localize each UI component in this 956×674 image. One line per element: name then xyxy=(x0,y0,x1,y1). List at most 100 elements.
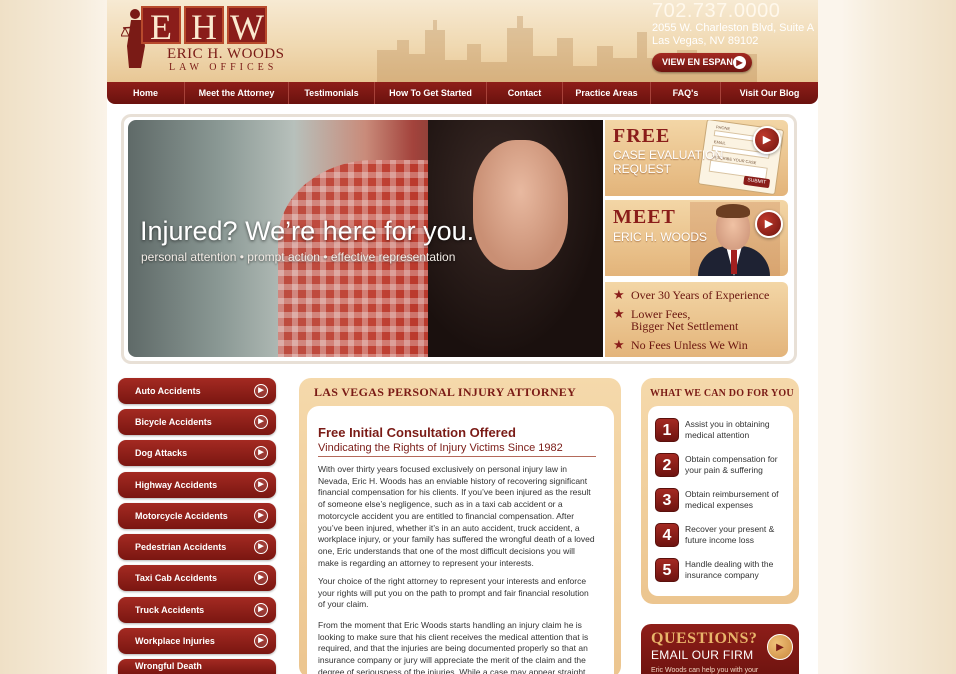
sidebar-item-label: Workplace Injuries xyxy=(135,636,215,646)
hero-face xyxy=(473,140,568,270)
content-subtitle: Vindicating the Rights of Injury Victims… xyxy=(318,442,596,457)
arrow-right-icon: ▶ xyxy=(254,509,268,523)
address-line-2: Las Vegas, NV 89102 xyxy=(652,35,759,47)
nav-testimonials[interactable]: Testimonials xyxy=(289,82,375,104)
sidebar-item-label: Truck Accidents xyxy=(135,605,205,615)
nav-home[interactable]: Home xyxy=(107,82,185,104)
benefit-text: No Fees Unless We Win xyxy=(631,338,748,352)
what-we-can-do-panel: WHAT WE CAN DO FOR YOU 1 Assist you in o… xyxy=(641,378,799,604)
content-paragraph-1: With over thirty years focused exclusive… xyxy=(318,464,595,568)
nav-contact[interactable]: Contact xyxy=(487,82,563,104)
star-icon: ★ xyxy=(613,337,625,352)
meet-label: MEET xyxy=(613,206,676,228)
page: E H W ERIC H. WOODS LAW OFFICES 702.737.… xyxy=(107,0,818,674)
arrow-right-icon: ▶ xyxy=(254,540,268,554)
arrow-right-icon: ▶ xyxy=(254,571,268,585)
main-content-panel: LAS VEGAS PERSONAL INJURY ATTORNEY Free … xyxy=(299,378,621,674)
number-badge: 2 xyxy=(655,453,679,477)
sidebar-item-label: Auto Accidents xyxy=(135,386,201,396)
service-text: Handle dealing with the insurance compan… xyxy=(685,559,774,580)
questions-small-text: Eric Woods can help you with your xyxy=(651,667,759,674)
arrow-right-icon: ▶ xyxy=(254,446,268,460)
logo-letter-w: W xyxy=(227,6,267,46)
service-text: Obtain compensation for your pain & suff… xyxy=(685,454,778,475)
sidebar-item-truck-accidents[interactable]: Truck Accidents ▶ xyxy=(118,597,276,623)
number-badge: 4 xyxy=(655,523,679,547)
questions-title: QUESTIONS? xyxy=(651,630,758,647)
hero-title: Injured? We’re here for you. xyxy=(140,216,475,246)
arrow-right-icon: ▶ xyxy=(254,634,268,648)
service-text: Assist you in obtaining medical attentio… xyxy=(685,419,770,440)
arrow-right-icon: ▶ xyxy=(254,415,268,429)
play-arrow-icon[interactable]: ▶ xyxy=(753,126,781,154)
attorney-tie xyxy=(731,250,737,274)
site-header: E H W ERIC H. WOODS LAW OFFICES 702.737.… xyxy=(107,0,818,82)
nav-practice-areas[interactable]: Practice Areas xyxy=(563,82,651,104)
nav-how-to-get-started[interactable]: How To Get Started xyxy=(375,82,487,104)
star-icon: ★ xyxy=(613,287,625,302)
meet-eric-promo[interactable]: MEET ERIC H. WOODS ▶ xyxy=(605,200,788,276)
number-badge: 1 xyxy=(655,418,679,442)
arrow-right-icon: ▶ xyxy=(733,56,746,69)
case-evaluation-label: CASE EVALUATION xyxy=(613,148,724,162)
free-label: FREE xyxy=(613,125,671,147)
sidebar-item-bicycle-accidents[interactable]: Bicycle Accidents ▶ xyxy=(118,409,276,435)
sidebar-item-motorcycle-accidents[interactable]: Motorcycle Accidents ▶ xyxy=(118,503,276,529)
logo-letter-e: E xyxy=(141,6,181,46)
request-label: REQUEST xyxy=(613,162,672,176)
what-we-can-do-heading: WHAT WE CAN DO FOR YOU xyxy=(650,388,794,399)
attorney-hair xyxy=(716,204,750,218)
sidebar-item-label: Dog Attacks xyxy=(135,448,188,458)
main-nav: Home Meet the Attorney Testimonials How … xyxy=(107,82,818,104)
play-arrow-icon[interactable]: ▶ xyxy=(755,210,783,238)
view-en-espanol-button[interactable]: VIEW EN ESPANOL ▶ xyxy=(652,53,752,72)
eric-woods-label: ERIC H. WOODS xyxy=(613,230,708,244)
email-our-firm-label: EMAIL OUR FIRM xyxy=(651,648,754,662)
benefit-text: Over 30 Years of Experience xyxy=(631,288,770,302)
number-badge: 5 xyxy=(655,558,679,582)
play-arrow-icon[interactable]: ▶ xyxy=(767,634,793,660)
sidebar-item-label: Taxi Cab Accidents xyxy=(135,573,218,583)
logo-letter-h: H xyxy=(184,6,224,46)
logo-subtitle: LAW OFFICES xyxy=(169,62,278,73)
service-text: Obtain reimbursement of medical expenses xyxy=(685,489,779,510)
sidebar-item-label: Wrongful Death xyxy=(135,661,202,671)
sidebar-item-label: Pedestrian Accidents xyxy=(135,542,227,552)
arrow-right-icon: ▶ xyxy=(254,478,268,492)
free-case-evaluation-promo[interactable]: PHONE EMAIL DESCRIBE YOUR CASE SUBMIT FR… xyxy=(605,120,788,196)
nav-visit-our-blog[interactable]: Visit Our Blog xyxy=(721,82,818,104)
benefit-text: Bigger Net Settlement xyxy=(631,319,739,333)
logo-letters[interactable]: E H W xyxy=(141,6,267,46)
what-we-can-do-card: 1 Assist you in obtaining medical attent… xyxy=(648,406,793,596)
sidebar-item-label: Bicycle Accidents xyxy=(135,417,212,427)
sidebar-item-wrongful-death[interactable]: Wrongful Death xyxy=(118,659,276,674)
nav-faqs[interactable]: FAQ's xyxy=(651,82,721,104)
main-content-card: Free Initial Consultation Offered Vindic… xyxy=(307,406,614,674)
sidebar-item-label: Highway Accidents xyxy=(135,480,218,490)
sidebar-item-workplace-injuries[interactable]: Workplace Injuries ▶ xyxy=(118,628,276,654)
main-heading: LAS VEGAS PERSONAL INJURY ATTORNEY xyxy=(314,385,577,399)
hero-image: Injured? We’re here for you. personal at… xyxy=(128,120,603,357)
questions-email-promo[interactable]: QUESTIONS? EMAIL OUR FIRM Eric Woods can… xyxy=(641,624,799,674)
star-icon: ★ xyxy=(613,306,625,321)
benefits-list: ★ Over 30 Years of Experience ★ Lower Fe… xyxy=(605,282,788,357)
phone-number[interactable]: 702.737.0000 xyxy=(652,0,780,23)
content-paragraph-2: Your choice of the right attorney to rep… xyxy=(318,576,589,610)
content-paragraph-3: From the moment that Eric Woods starts h… xyxy=(318,620,589,674)
arrow-right-icon: ▶ xyxy=(254,384,268,398)
sidebar-item-pedestrian-accidents[interactable]: Pedestrian Accidents ▶ xyxy=(118,534,276,560)
service-text: Recover your present & future income los… xyxy=(685,524,775,545)
nav-meet-the-attorney[interactable]: Meet the Attorney xyxy=(185,82,289,104)
sidebar-item-taxi-cab-accidents[interactable]: Taxi Cab Accidents ▶ xyxy=(118,565,276,591)
sidebar-item-dog-attacks[interactable]: Dog Attacks ▶ xyxy=(118,440,276,466)
logo-name: ERIC H. WOODS xyxy=(167,46,285,62)
sidebar-item-label: Motorcycle Accidents xyxy=(135,511,228,521)
benefit-item: ★ Over 30 Years of Experience xyxy=(613,287,770,302)
number-badge: 3 xyxy=(655,488,679,512)
address-line-1: 2055 W. Charleston Blvd, Suite A xyxy=(652,22,815,34)
sidebar-item-highway-accidents[interactable]: Highway Accidents ▶ xyxy=(118,472,276,498)
benefit-item: ★ Lower Fees, Bigger Net Settlement xyxy=(613,306,739,333)
hero-subtitle: personal attention • prompt action • eff… xyxy=(141,250,456,264)
content-title: Free Initial Consultation Offered xyxy=(318,425,516,440)
sidebar-item-auto-accidents[interactable]: Auto Accidents ▶ xyxy=(118,378,276,404)
